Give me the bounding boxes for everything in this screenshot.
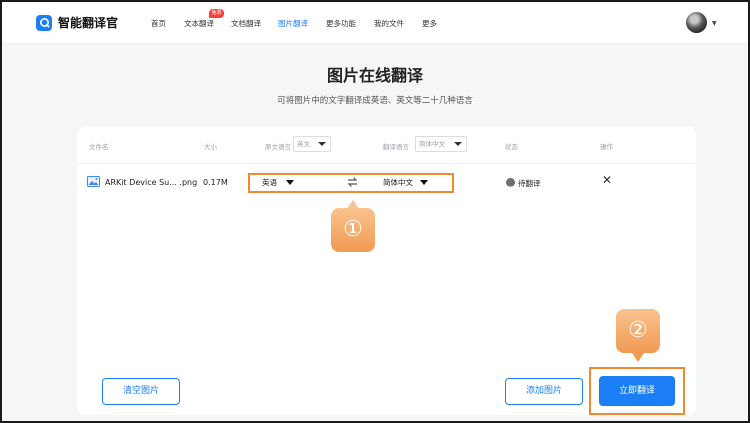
step-1-marker-tail bbox=[347, 200, 359, 209]
step-1-marker: ① bbox=[331, 208, 375, 252]
page-title: 图片在线翻译 bbox=[326, 66, 423, 85]
header-file-name: 文件名 bbox=[89, 143, 109, 151]
step-2-marker-tail bbox=[632, 353, 644, 362]
add-image-button[interactable]: 添加图片 bbox=[505, 378, 583, 405]
free-badge: 免费 bbox=[209, 9, 224, 18]
source-language-select-all[interactable]: 英文 bbox=[293, 136, 331, 152]
header-source-language: 原文语言 bbox=[265, 143, 291, 151]
chevron-down-icon bbox=[454, 142, 462, 146]
image-file-icon bbox=[87, 176, 100, 187]
header-size: 大小 bbox=[204, 143, 217, 151]
page-subtitle: 可将图片中的文字翻译成英语、英文等二十几种语言 bbox=[277, 96, 473, 106]
close-icon[interactable]: ✕ bbox=[602, 174, 612, 186]
clear-images-button[interactable]: 清空图片 bbox=[102, 378, 180, 405]
translate-highlight-box bbox=[589, 367, 685, 415]
target-select-value: 简体中文 bbox=[419, 140, 445, 148]
nav-more-features[interactable]: 更多功能 bbox=[326, 18, 356, 29]
top-navigation-bar: 智能翻译官 首页 文本翻译 免费 文档翻译 图片翻译 更多功能 我的文件 更多 … bbox=[2, 2, 748, 44]
status-icon bbox=[506, 178, 515, 193]
chevron-down-icon bbox=[318, 142, 326, 146]
avatar[interactable] bbox=[686, 12, 707, 33]
header-status: 状态 bbox=[505, 143, 518, 151]
nav-more[interactable]: 更多 bbox=[422, 18, 437, 29]
nav-image-translate[interactable]: 图片翻译 bbox=[278, 18, 308, 29]
step-2-marker: ② bbox=[616, 309, 660, 353]
header-target-language: 翻译语言 bbox=[383, 143, 409, 151]
nav-home[interactable]: 首页 bbox=[151, 18, 166, 29]
file-size: 0.17M bbox=[203, 178, 228, 187]
file-name: ARKit Device Su... .png bbox=[105, 178, 198, 187]
logo[interactable]: 智能翻译官 bbox=[36, 14, 118, 31]
chevron-down-icon[interactable]: ▼ bbox=[712, 20, 717, 27]
header-divider bbox=[77, 163, 696, 164]
source-select-value: 英文 bbox=[297, 140, 310, 148]
status-text: 待翻译 bbox=[518, 179, 541, 188]
nav-document-translate[interactable]: 文档翻译 bbox=[231, 18, 261, 29]
screenshot-frame: 智能翻译官 首页 文本翻译 免费 文档翻译 图片翻译 更多功能 我的文件 更多 … bbox=[0, 0, 750, 423]
nav-text-translate[interactable]: 文本翻译 bbox=[184, 18, 214, 29]
nav-my-files[interactable]: 我的文件 bbox=[374, 18, 404, 29]
header-action: 操作 bbox=[600, 143, 613, 151]
language-highlight-box bbox=[248, 173, 454, 193]
logo-icon bbox=[36, 14, 52, 31]
target-language-select-all[interactable]: 简体中文 bbox=[415, 136, 467, 152]
logo-text: 智能翻译官 bbox=[58, 16, 119, 30]
